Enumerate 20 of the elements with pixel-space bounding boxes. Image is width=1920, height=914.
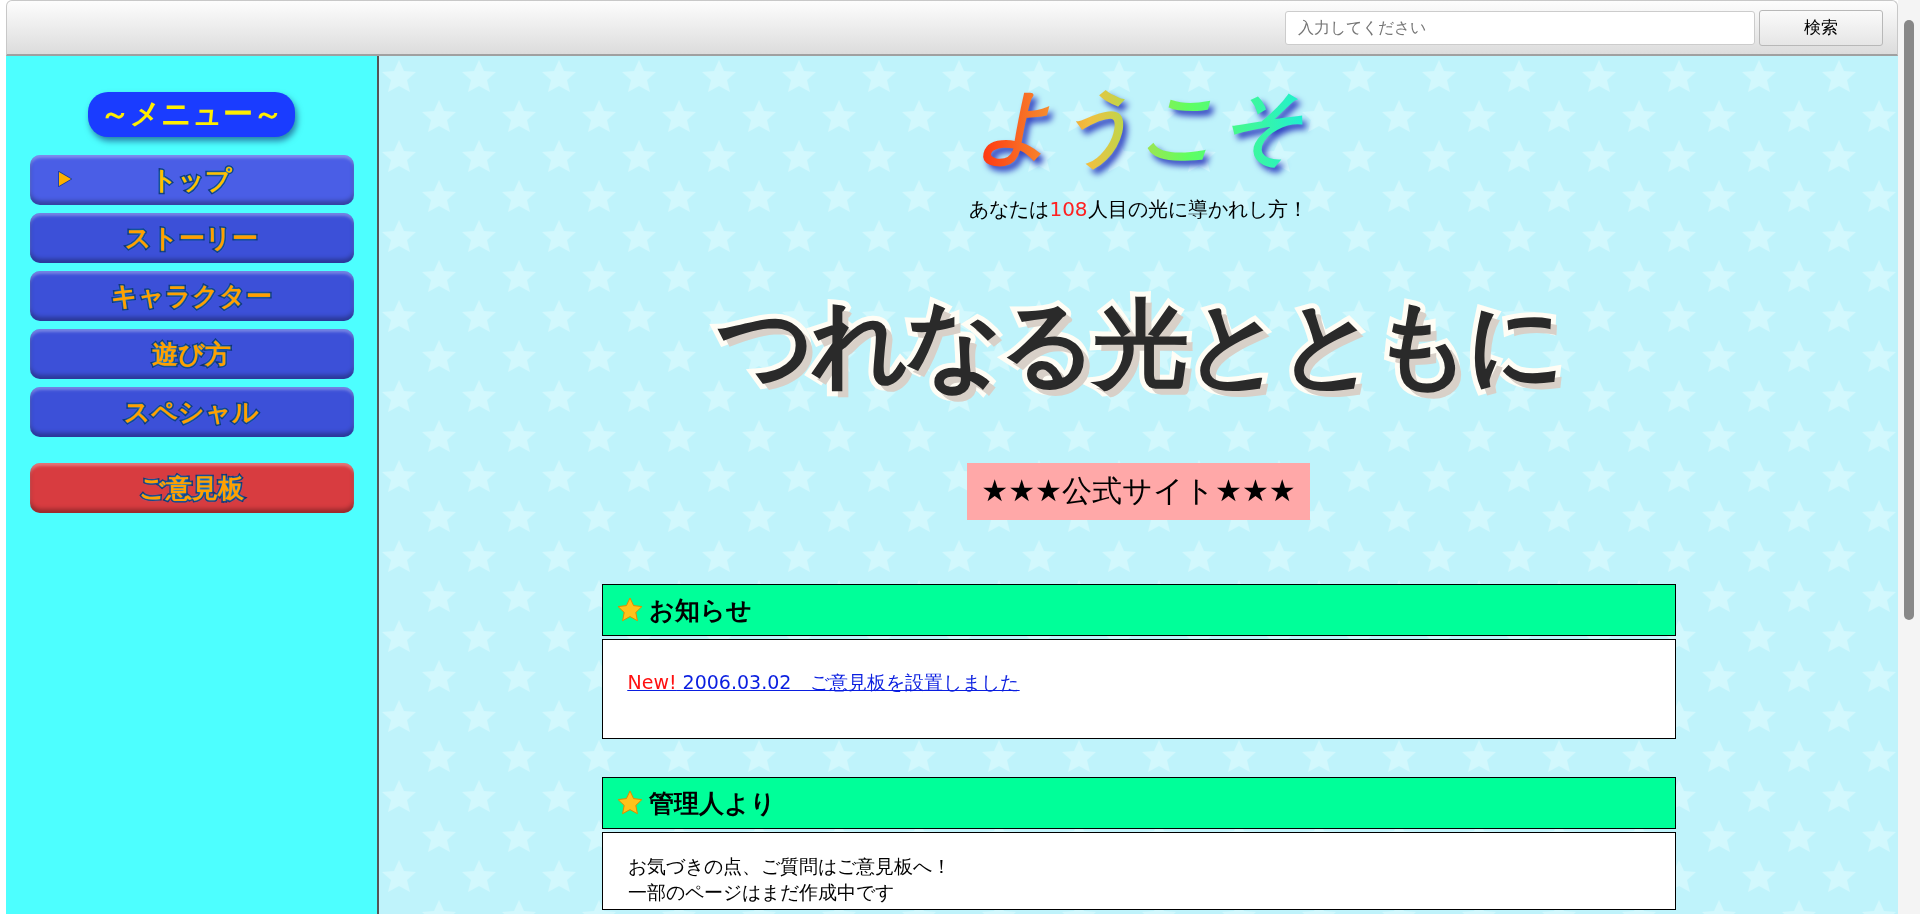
visitor-count-text: あなたは108人目の光に導かれし方！ [969, 196, 1308, 223]
menu-button[interactable]: キャラクター [29, 271, 354, 321]
section-title: お知らせ [648, 594, 752, 627]
menu-button[interactable]: トップ [29, 155, 354, 205]
search-button[interactable]: 検索 [1759, 9, 1883, 46]
section-title: 管理人より [648, 787, 776, 820]
scrollbar-thumb[interactable] [1904, 20, 1914, 620]
menu-button[interactable]: ご意見板 [29, 463, 354, 513]
logo-text: つれなる光とともに [715, 287, 1562, 402]
official-site-banner: ★★★公式サイト★★★ [967, 463, 1310, 520]
menu-button[interactable]: スペシャル [29, 387, 354, 437]
triangle-icon [57, 171, 72, 187]
star-icon [616, 790, 643, 816]
search-field[interactable]: 入力してください [1285, 10, 1755, 45]
star-icon [616, 597, 643, 623]
message-text: 一部のページはまだ作成中です [627, 880, 895, 905]
menu-button[interactable]: 遊び方 [29, 329, 354, 379]
menu-button[interactable]: ストーリー [29, 213, 354, 263]
menu-title: ～メニュー～ [88, 92, 295, 137]
message-text: お気づきの点、ご質問はご意見板へ！ [627, 854, 952, 879]
